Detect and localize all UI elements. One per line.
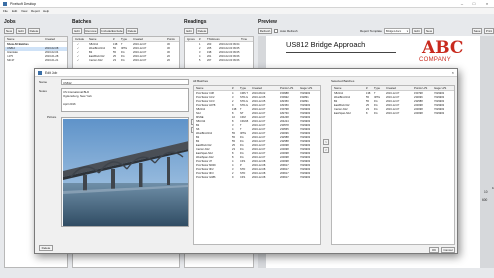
- include-exclude-button[interactable]: Include/Exclude: [100, 28, 124, 34]
- notes-label: Notes: [39, 89, 47, 93]
- batches-heading: Batches: [72, 19, 92, 25]
- picture-frame: [61, 117, 189, 227]
- all-batches-header: Name # Type Created Points U/S Gage U/S: [194, 86, 320, 91]
- col-created[interactable]: Created: [386, 86, 396, 91]
- bridge-photo: [63, 119, 188, 226]
- all-batches-label: All Batches: [193, 79, 209, 83]
- col-created[interactable]: Created: [252, 86, 262, 91]
- col-name[interactable]: Name: [196, 86, 203, 91]
- col-gage[interactable]: Gage U/S: [434, 86, 446, 91]
- dialog-title-bar: Edit Job ×: [35, 69, 457, 77]
- menu-edit[interactable]: Edit: [12, 8, 17, 14]
- all-batches-table: Name # Type Created Points U/S Gage U/S …: [193, 85, 321, 245]
- preview-heading: Preview: [258, 19, 277, 25]
- col-type[interactable]: Type: [240, 86, 246, 91]
- table-row[interactable]: 5 207 2016-02-03 09:06: [185, 59, 253, 63]
- minimize-button[interactable]: –: [458, 1, 466, 7]
- auto-refresh-label: Auto Refresh: [280, 29, 298, 33]
- auto-refresh-checkbox[interactable]: [274, 29, 278, 33]
- delete-batch-button[interactable]: Delete: [126, 28, 138, 34]
- menu-bar: File Edit View Report Help: [0, 8, 494, 14]
- selected-batches-table: Name # Type Created Points U/S Gage U/S …: [331, 85, 455, 245]
- selected-batches-rows: SB-N12 138 T 2016-12-07 150798 7029903 WestBn…: [332, 92, 454, 244]
- save-button[interactable]: Save: [472, 28, 482, 34]
- cancel-button[interactable]: Cancel: [441, 247, 455, 253]
- edit-batch-button[interactable]: Edit: [72, 28, 82, 34]
- col-type[interactable]: Type: [121, 37, 127, 42]
- name-field[interactable]: US812: [61, 79, 189, 85]
- jobs-heading: Jobs: [4, 19, 16, 25]
- maximize-button[interactable]: □: [470, 1, 478, 7]
- delete-reading-button[interactable]: Delete: [196, 28, 208, 34]
- col-type[interactable]: Type: [374, 86, 380, 91]
- col-points[interactable]: Points: [167, 37, 175, 42]
- col-ignore[interactable]: Ignore: [187, 37, 195, 42]
- edit-reading-button[interactable]: Edit: [184, 28, 194, 34]
- edit-job-button[interactable]: Edit: [16, 28, 26, 34]
- col-name[interactable]: Name: [334, 86, 341, 91]
- remove-batch-arrow-button[interactable]: <: [323, 147, 329, 153]
- report-value-600: 600: [482, 198, 488, 202]
- picture-label: Picture: [47, 115, 57, 119]
- table-row[interactable]: EastSpan-N12 8 FG 2016-12-07 223098 7029903: [332, 112, 454, 116]
- report-template-label: Report Template: [360, 29, 382, 33]
- col-count[interactable]: #: [366, 86, 368, 91]
- jobs-table-header: Name Created: [5, 37, 67, 42]
- title-bar: Pixelsoft Desktop – □ ×: [0, 0, 494, 8]
- selected-batches-label: Selected Batches: [331, 79, 355, 83]
- remove-batch-button[interactable]: Remove: [84, 28, 98, 34]
- col-name[interactable]: Name: [89, 37, 96, 42]
- refresh-button[interactable]: Refresh: [258, 28, 272, 34]
- col-number[interactable]: #: [199, 37, 201, 42]
- col-time[interactable]: Time: [241, 37, 247, 42]
- menu-report[interactable]: Report: [31, 8, 40, 14]
- col-points[interactable]: Points U/S: [280, 86, 293, 91]
- report-heading: US812 Bridge Approach: [286, 40, 366, 49]
- dialog-close-icon[interactable]: ×: [452, 69, 454, 77]
- logo-abc-text: ABC: [422, 38, 464, 58]
- close-button[interactable]: ×: [482, 1, 492, 7]
- col-created[interactable]: Created: [45, 37, 55, 42]
- ok-button[interactable]: OK: [429, 247, 439, 253]
- edit-job-dialog: Edit Job × Name US812 Notes US Intersati…: [34, 68, 458, 254]
- window-title: Pixelsoft Desktop: [10, 2, 37, 6]
- report-template-select[interactable]: Bridge1.docx ▾: [384, 28, 410, 34]
- menu-help[interactable]: Help: [43, 8, 49, 14]
- print-button[interactable]: Print: [484, 28, 494, 34]
- col-thickness[interactable]: Thickness: [207, 37, 220, 42]
- batches-table-header: Include Name # Type Created Points: [73, 37, 179, 42]
- col-count[interactable]: #: [113, 37, 115, 42]
- notes-field[interactable]: US Intersational BLD Ogdensburg, New Yor…: [61, 88, 189, 112]
- table-row[interactable]: ✓ Carrier-N12 23 FG 2016-12-07 20: [73, 59, 179, 63]
- col-count[interactable]: #: [232, 86, 234, 91]
- col-points[interactable]: Points U/S: [414, 86, 427, 91]
- menu-view[interactable]: View: [21, 8, 27, 14]
- report-value-10: 10: [484, 190, 488, 194]
- new-template-button[interactable]: New: [424, 28, 434, 34]
- company-logo: ABC COMPANY: [416, 38, 468, 64]
- all-batches-rows: ProcTestor C38 4 CMS T 2016-08-02 150988 7029…: [194, 92, 320, 244]
- menu-file[interactable]: File: [3, 8, 8, 14]
- app-icon: [3, 2, 7, 6]
- dialog-icon: [38, 71, 42, 75]
- col-include[interactable]: Include: [75, 37, 84, 42]
- col-created[interactable]: Created: [133, 37, 143, 42]
- new-job-button[interactable]: New: [4, 28, 14, 34]
- name-label: Name: [39, 80, 48, 84]
- logo-company-text: COMPANY: [419, 57, 451, 63]
- add-batch-arrow-button[interactable]: >: [323, 139, 329, 145]
- readings-heading: Readings: [184, 19, 207, 25]
- report-rule: [286, 52, 396, 53]
- table-row[interactable]: SR-37 2016-01-21: [5, 59, 67, 63]
- col-name[interactable]: Name: [7, 37, 14, 42]
- delete-button[interactable]: Delete: [39, 245, 53, 251]
- edit-template-button[interactable]: Edit: [412, 28, 422, 34]
- delete-job-button[interactable]: Delete: [28, 28, 40, 34]
- selected-batches-header: Name # Type Created Points U/S Gage U/S: [332, 86, 454, 91]
- col-gage[interactable]: Gage U/S: [300, 86, 312, 91]
- table-row[interactable]: ProcTestor G086 9 CFS 2016-12-08 209617 70299…: [194, 176, 320, 180]
- readings-table-header: Ignore # Thickness Time: [185, 37, 253, 42]
- dialog-title: Edit Job: [45, 71, 58, 75]
